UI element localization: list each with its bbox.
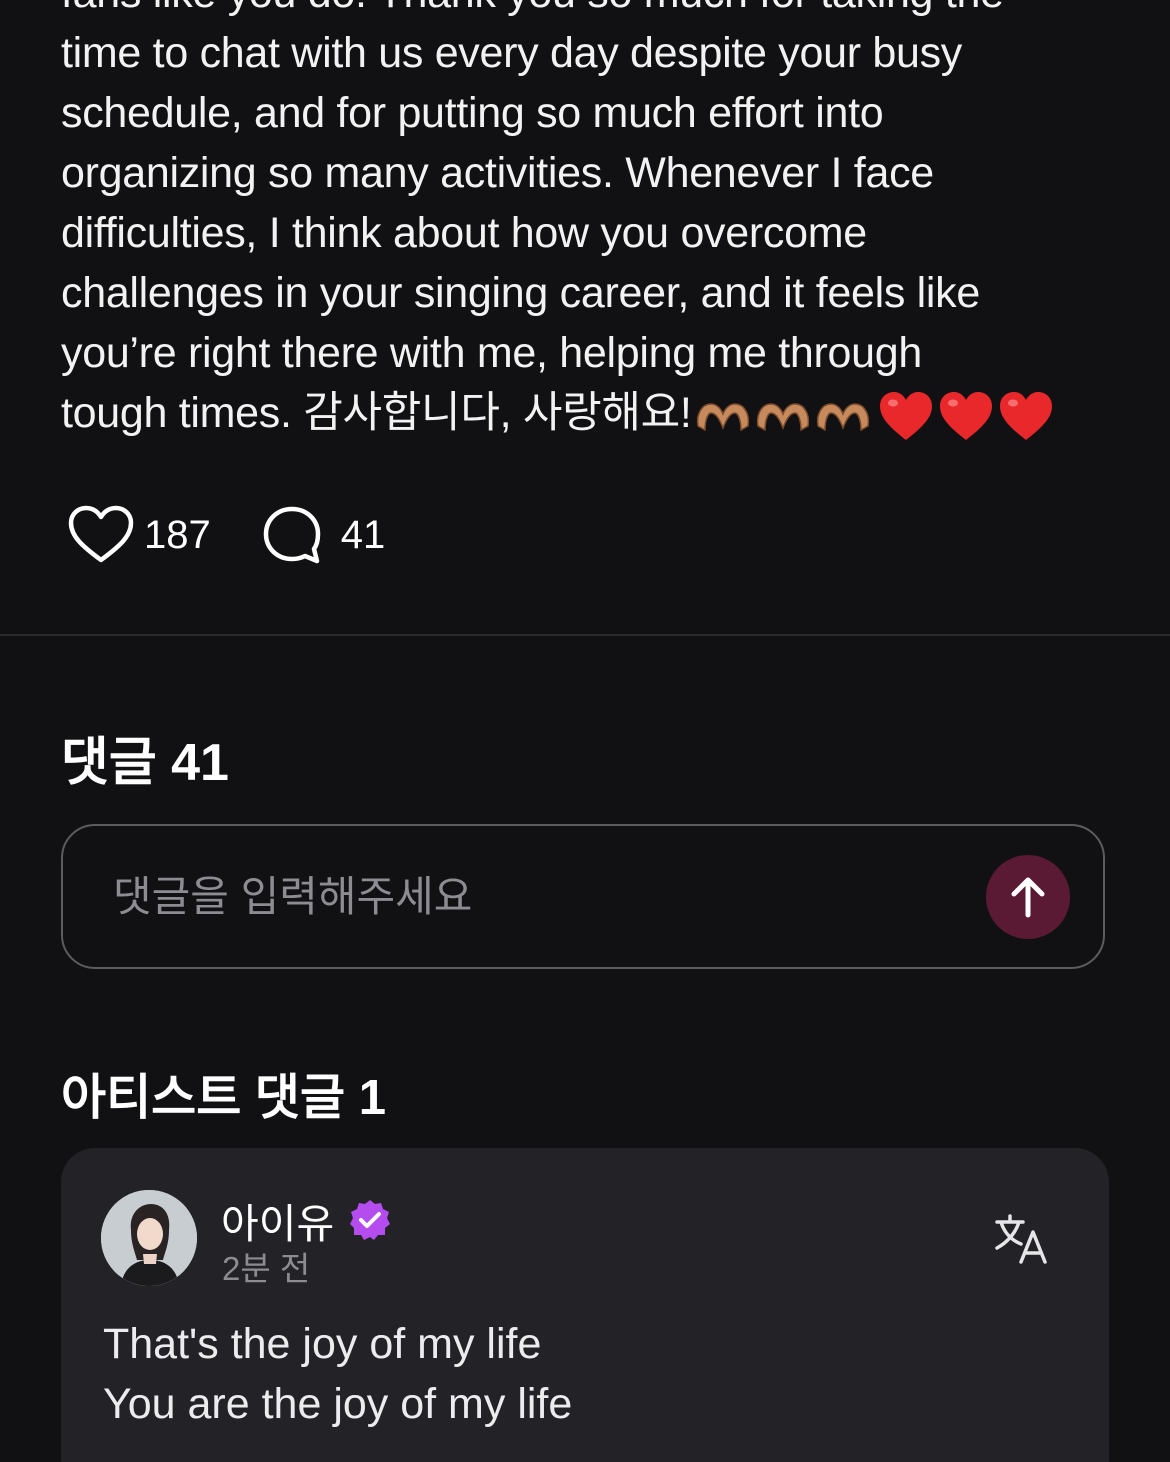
translate-icon [995,1214,1047,1264]
translate-button[interactable] [991,1208,1051,1268]
artist-comment-text: That's the joy of my life You are the jo… [103,1314,572,1434]
comment-line: You are the joy of my life [103,1380,573,1428]
comments-section-title: 댓글 41 [61,734,229,792]
avatar[interactable] [101,1190,197,1286]
comment-input-box [61,824,1105,969]
post-line: schedule, and for putting so much effort… [61,89,884,137]
artist-avatar-image [101,1190,197,1286]
post-line: time to chat with us every day despite y… [61,29,962,77]
like-count: 187 [144,512,211,557]
heart-hands-emoji-icon [756,402,809,431]
red-heart-emoji-icon [999,391,1052,440]
post-line-last: tough times. 감사합니다, 사랑해요! [61,383,1121,443]
artist-name: 아이유 [221,1190,392,1250]
send-comment-button[interactable] [986,854,1070,939]
artist-comment-card: 아이유 2분 전 That's the joy of my life You a… [61,1148,1109,1462]
artist-name-text: 아이유 [221,1201,335,1247]
post-line: organizing so many activities. Whenever … [61,149,934,197]
comment-timestamp: 2분 전 [222,1250,311,1287]
red-heart-emoji-icon [879,391,932,440]
comment-button[interactable]: 41 [261,504,386,566]
comment-bubble-icon [263,506,320,564]
comment-input[interactable] [63,826,986,967]
section-divider [0,634,1170,636]
arrow-up-icon [1011,877,1045,917]
post-detail-page: fans like you do. Thank you so much for … [0,0,1170,1462]
post-body-text: fans like you do. Thank you so much for … [61,0,1121,443]
artist-comments-title: 아티스트 댓글 1 [61,1071,386,1125]
comment-count: 41 [340,512,386,557]
red-heart-emoji-icon [939,391,992,440]
post-line: fans like you do. Thank you so much for … [61,0,1121,23]
post-line: difficulties, I think about how you over… [61,209,867,257]
like-button[interactable]: 187 [66,504,211,566]
heart-hands-emoji-icon [696,402,749,431]
post-line: you’re right there with me, helping me t… [61,329,923,377]
comment-line: That's the joy of my life [103,1320,542,1368]
emoji-row [694,390,1054,442]
post-actions: 187 41 [66,500,385,570]
post-line: challenges in your singing career, and i… [61,269,980,317]
heart-icon [68,505,134,563]
post-line-text: tough times. 감사합니다, 사랑해요! [61,389,692,437]
verified-badge-icon [350,1200,391,1240]
heart-hands-emoji-icon [816,402,869,431]
